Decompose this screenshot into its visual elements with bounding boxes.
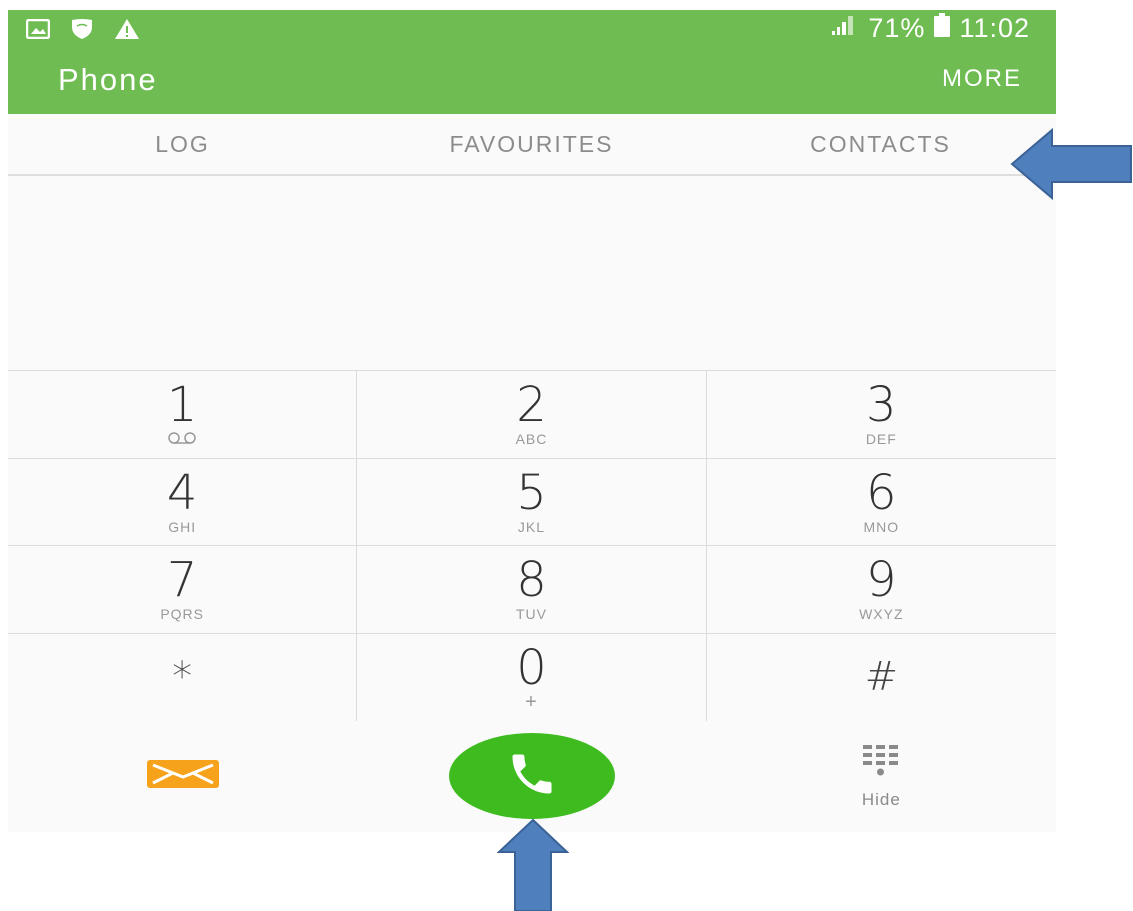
message-button[interactable] [8,720,357,832]
tab-bar: LOG FAVOURITES CONTACTS [8,114,1056,176]
arrow-left-icon [1010,128,1132,200]
keypad-grid-icon [861,743,901,782]
key-digit: 0 [516,640,547,697]
hide-label: Hide [861,789,901,809]
key-letters: GHI [168,518,197,535]
dial-keypad: 1 2 ABC 3 DEF 4 GHI 5 JKL 6 MNO 7 PQRS 8… [8,370,1056,722]
tab-favourites[interactable]: FAVOURITES [357,114,706,174]
hide-keypad-button[interactable]: Hide [707,720,1056,832]
key-digit: 8 [516,552,547,609]
key-digit: 1 [166,377,198,434]
phone-screen: 71% 11:02 Phone MORE LOG FAVOURITES CONT… [8,10,1056,832]
key-0[interactable]: 0 + [357,633,707,721]
key-9[interactable]: 9 WXYZ [707,546,1056,633]
call-action [357,720,706,832]
keypad-row: 7 PQRS 8 TUV 9 WXYZ [8,546,1056,634]
dialer-actions: Hide [8,720,1056,832]
tab-contacts[interactable]: CONTACTS [706,114,1055,174]
keypad-row: 4 GHI 5 JKL 6 MNO [8,458,1056,546]
clock-time: 11:02 [959,13,1030,43]
key-digit: 9 [866,552,897,609]
key-letters: + [525,691,538,714]
key-hash[interactable]: # [707,634,1056,722]
key-digit: 5 [516,464,547,521]
key-letters: TUV [515,606,547,623]
key-letters: JKL [517,518,546,535]
call-button[interactable] [448,733,615,819]
key-digit: 7 [166,552,198,609]
shield-icon [70,18,94,45]
more-button[interactable]: MORE [942,65,1022,93]
key-star[interactable]: * [8,633,358,721]
phone-call-icon [506,748,558,805]
battery-icon [933,12,951,45]
key-6[interactable]: 6 MNO [707,459,1056,546]
app-bar: 71% 11:02 Phone MORE [8,10,1056,114]
key-digit: * [172,654,193,701]
key-5[interactable]: 5 JKL [357,458,707,545]
message-icon [146,759,219,793]
key-letters: WXYZ [859,606,904,623]
app-title: Phone [58,62,158,97]
key-letters: MNO [863,518,900,535]
signal-icon [830,13,860,44]
key-digit: # [864,654,899,701]
keypad-row: 1 2 ABC 3 DEF [8,371,1056,459]
key-letters: ABC [515,431,548,448]
gallery-icon [25,18,51,44]
status-icons-left [25,18,140,45]
key-3[interactable]: 3 DEF [707,371,1056,458]
key-2[interactable]: 2 ABC [357,371,707,458]
key-digit: 3 [866,377,897,434]
key-8[interactable]: 8 TUV [357,546,707,633]
key-1[interactable]: 1 [8,371,358,458]
key-4[interactable]: 4 GHI [8,458,358,545]
key-digit: 6 [866,464,897,521]
tab-log[interactable]: LOG [8,114,357,174]
key-letters: PQRS [160,606,204,623]
voicemail-icon [167,431,197,447]
arrow-up-icon [497,818,569,911]
status-icons-right: 71% 11:02 [830,12,1030,45]
number-display[interactable] [8,176,1056,370]
battery-percent: 71% [868,13,926,43]
key-digit: 2 [516,377,547,434]
key-7[interactable]: 7 PQRS [8,546,358,633]
keypad-row: * 0 + # [8,633,1056,722]
key-digit: 4 [166,464,198,521]
key-letters: DEF [865,431,897,448]
warning-icon [114,18,140,45]
